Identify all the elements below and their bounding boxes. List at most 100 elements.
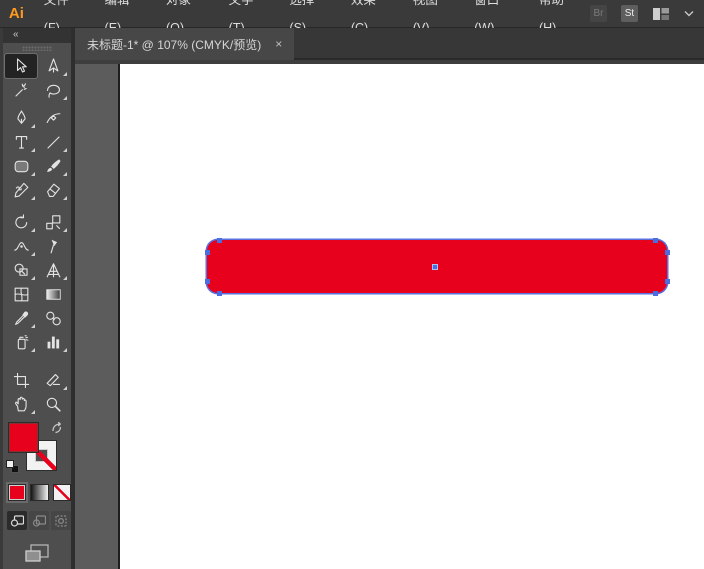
tab-close-icon[interactable]: × <box>275 38 282 50</box>
perspective-grid-tool[interactable] <box>37 258 69 282</box>
lasso-tool-icon <box>44 81 63 100</box>
document-tabbar: 未标题-1* @ 107% (CMYK/预览) × <box>75 28 704 60</box>
hand-tool-icon <box>12 395 31 414</box>
screen-mode-button[interactable] <box>3 542 71 564</box>
type-tool[interactable] <box>5 130 37 154</box>
shaper-tool-icon <box>12 181 31 200</box>
tool-group-2 <box>5 210 69 354</box>
scale-tool[interactable] <box>37 210 69 234</box>
anchor-point-3[interactable] <box>217 291 222 296</box>
curvature-tool[interactable] <box>37 106 69 130</box>
color-button[interactable] <box>8 484 26 501</box>
direct-selection-tool-icon <box>44 57 63 76</box>
line-segment-tool[interactable] <box>37 130 69 154</box>
rectangle-tool[interactable] <box>5 154 37 178</box>
shape-builder-tool-icon <box>12 261 31 280</box>
none-button[interactable] <box>53 484 71 501</box>
rotate-tool[interactable] <box>5 210 37 234</box>
perspective-grid-tool-icon <box>44 261 63 280</box>
direct-selection-tool[interactable] <box>37 54 69 78</box>
column-graph-tool[interactable] <box>37 330 69 354</box>
draw-normal-button[interactable] <box>7 511 27 530</box>
gradient-button[interactable] <box>30 484 48 501</box>
anchor-point-6[interactable] <box>665 279 670 284</box>
gradient-tool[interactable] <box>37 282 69 306</box>
canvas[interactable] <box>75 60 704 569</box>
eraser-tool[interactable] <box>37 178 69 202</box>
symbol-sprayer-tool-icon <box>12 333 31 352</box>
artboard-tool[interactable] <box>5 368 37 392</box>
shape-builder-tool[interactable] <box>5 258 37 282</box>
collapse-panel-button[interactable]: « <box>3 28 71 43</box>
shaper-tool[interactable] <box>5 178 37 202</box>
tool-panel: « <box>0 28 75 569</box>
document-tab-label: 未标题-1* @ 107% (CMYK/预览) <box>87 36 261 53</box>
puppet-warp-tool[interactable] <box>37 234 69 258</box>
swap-fill-stroke-icon[interactable] <box>50 420 66 436</box>
anchor-point-1[interactable] <box>205 250 210 255</box>
default-fill-stroke-icon[interactable] <box>6 460 20 474</box>
rotate-tool-icon <box>12 213 31 232</box>
tool-group-1 <box>5 106 69 202</box>
paintbrush-tool-icon <box>44 157 63 176</box>
symbol-sprayer-tool[interactable] <box>5 330 37 354</box>
mesh-tool-icon <box>12 285 31 304</box>
menubar-right: Br St <box>590 5 704 22</box>
appearance-buttons <box>3 484 71 501</box>
selection-center-point[interactable] <box>432 264 438 270</box>
artboard[interactable] <box>118 64 704 569</box>
zoom-tool[interactable] <box>37 392 69 416</box>
menubar: Ai 文件(F)编辑(E)对象(O)文字(T)选择(S)效果(C)视图(V)窗口… <box>0 0 704 28</box>
drawing-modes <box>3 511 71 530</box>
line-segment-tool-icon <box>44 133 63 152</box>
selection-tool[interactable] <box>5 54 37 78</box>
magic-wand-tool[interactable] <box>5 78 37 102</box>
lasso-tool[interactable] <box>37 78 69 102</box>
illustrator-window: Ai 文件(F)编辑(E)对象(O)文字(T)选择(S)效果(C)视图(V)窗口… <box>0 0 704 569</box>
document-tab[interactable]: 未标题-1* @ 107% (CMYK/预览) × <box>75 28 294 60</box>
draw-behind-button[interactable] <box>29 511 49 530</box>
paintbrush-tool[interactable] <box>37 154 69 178</box>
eraser-tool-icon <box>44 181 63 200</box>
magic-wand-tool-icon <box>12 81 31 100</box>
bridge-icon[interactable]: Br <box>590 5 607 22</box>
pen-tool[interactable] <box>5 106 37 130</box>
type-tool-icon <box>12 133 31 152</box>
scale-tool-icon <box>44 213 63 232</box>
blend-tool[interactable] <box>37 306 69 330</box>
rectangle-tool-icon <box>12 157 31 176</box>
app-logo: Ai <box>0 5 33 22</box>
anchor-point-7[interactable] <box>653 291 658 296</box>
eyedropper-tool[interactable] <box>5 306 37 330</box>
puppet-warp-tool-icon <box>44 237 63 256</box>
width-tool[interactable] <box>5 234 37 258</box>
workspace-switcher-icon[interactable] <box>652 7 670 21</box>
selection-tool-icon <box>12 57 31 76</box>
fill-swatch[interactable] <box>8 422 39 453</box>
zoom-tool-icon <box>44 395 63 414</box>
chevron-down-icon[interactable] <box>684 10 694 17</box>
slice-tool-icon <box>44 371 63 390</box>
menu-items: 文件(F)编辑(E)对象(O)文字(T)选择(S)效果(C)视图(V)窗口(W)… <box>33 0 590 27</box>
panel-grip[interactable] <box>3 43 71 54</box>
canvas-top-edge <box>75 60 704 64</box>
hand-tool[interactable] <box>5 392 37 416</box>
blend-tool-icon <box>44 309 63 328</box>
column-graph-tool-icon <box>44 333 63 352</box>
tool-group-0 <box>5 54 69 102</box>
tool-group-3 <box>5 368 69 416</box>
anchor-point-2[interactable] <box>205 279 210 284</box>
gradient-tool-icon <box>44 285 63 304</box>
anchor-point-0[interactable] <box>217 238 222 243</box>
stock-icon[interactable]: St <box>621 5 638 22</box>
tools-grid <box>5 54 69 416</box>
curvature-tool-icon <box>44 109 63 128</box>
slice-tool[interactable] <box>37 368 69 392</box>
anchor-point-5[interactable] <box>665 250 670 255</box>
fill-stroke-group <box>3 422 71 484</box>
mesh-tool[interactable] <box>5 282 37 306</box>
draw-inside-button[interactable] <box>51 511 71 530</box>
pen-tool-icon <box>12 109 31 128</box>
anchor-point-4[interactable] <box>653 238 658 243</box>
width-tool-icon <box>12 237 31 256</box>
